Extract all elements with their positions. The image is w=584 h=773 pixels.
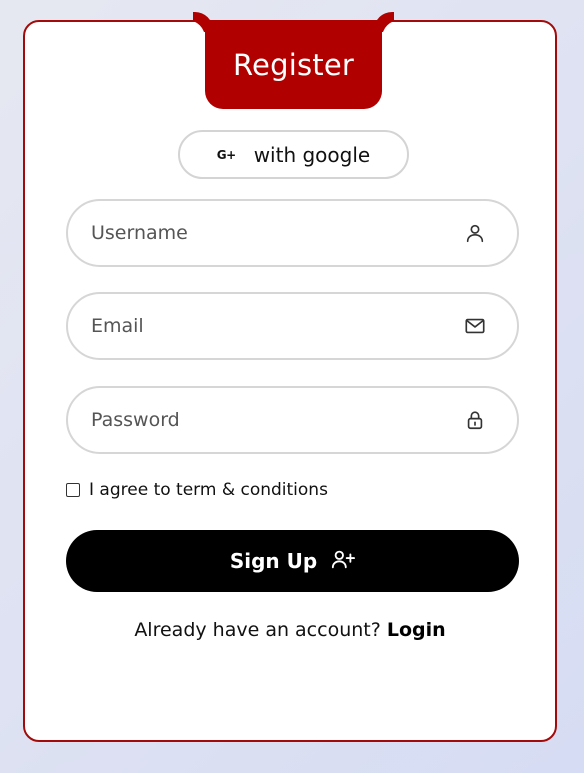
- agree-checkbox[interactable]: [66, 483, 80, 497]
- username-input[interactable]: [68, 201, 463, 265]
- google-button-label: with google: [253, 142, 371, 167]
- email-input[interactable]: [68, 294, 463, 358]
- login-link[interactable]: Login: [387, 619, 446, 641]
- envelope-icon: [463, 314, 487, 338]
- password-input[interactable]: [68, 388, 463, 452]
- agree-label: I agree to term & conditions: [89, 480, 328, 500]
- password-field: [66, 386, 519, 454]
- sign-up-label: Sign Up: [229, 549, 318, 573]
- email-field: [66, 292, 519, 360]
- sign-up-button[interactable]: Sign Up: [66, 530, 519, 592]
- login-prompt: Already have an account? Login: [25, 619, 555, 641]
- username-field: [66, 199, 519, 267]
- login-prompt-text: Already have an account?: [134, 619, 381, 641]
- google-plus-icon: G+: [216, 147, 236, 162]
- register-card: Register G+ with google Username Email I…: [23, 20, 557, 742]
- page-title: Register: [233, 47, 354, 82]
- user-icon: [463, 221, 487, 245]
- agree-terms-row: I agree to term & conditions: [66, 480, 328, 500]
- register-title-tab: Register: [205, 20, 382, 109]
- add-user-icon: [331, 548, 356, 574]
- lock-icon: [463, 408, 487, 432]
- google-signin-button[interactable]: G+ with google: [178, 130, 409, 179]
